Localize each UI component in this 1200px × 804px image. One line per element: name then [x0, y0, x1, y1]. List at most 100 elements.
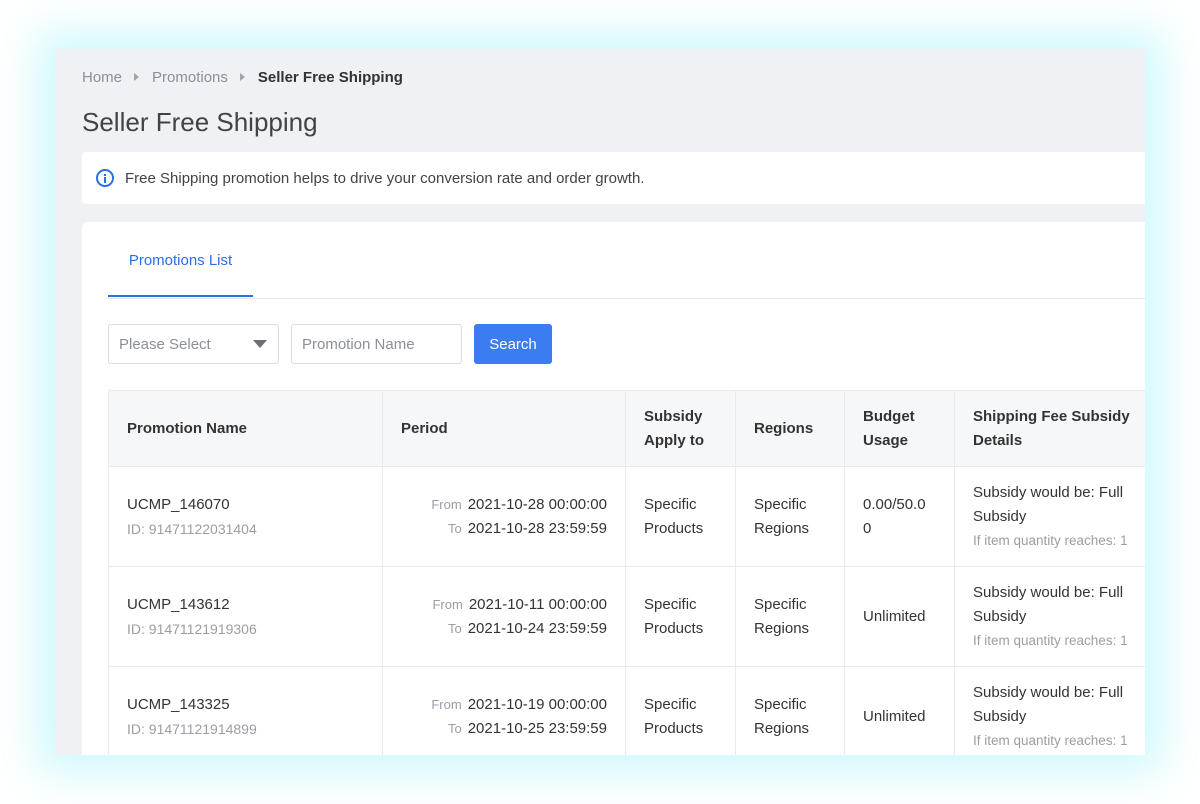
- cell-promotion-name: UCMP_143325 ID: 91471121914899: [108, 666, 383, 755]
- info-icon: [96, 169, 114, 187]
- header-budget-line1: Budget: [863, 407, 915, 425]
- subsidy-line1: Specific: [644, 495, 697, 513]
- table-header-row: Promotion Name Period Subsidy Apply to Re…: [108, 390, 1145, 467]
- tab-promotions-list[interactable]: Promotions List: [108, 222, 253, 297]
- chevron-right-icon: [134, 73, 140, 81]
- header-details-line1: Shipping Fee Subsidy: [973, 407, 1130, 425]
- cell-subsidy-details: Subsidy would be: Full Subsidy If item q…: [954, 466, 1145, 567]
- promotion-id: ID: 91471122031404: [127, 520, 257, 537]
- from-label: From: [432, 596, 463, 612]
- header-budget-usage: Budget Usage: [844, 390, 955, 467]
- cell-budget-usage: 0.00/50.0 0: [844, 466, 955, 567]
- period-from-value: 2021-10-28 00:00:00: [467, 495, 607, 513]
- cell-promotion-name: UCMP_143612 ID: 91471121919306: [108, 566, 383, 667]
- breadcrumb-promotions[interactable]: Promotions: [152, 69, 228, 86]
- detail-line2: Subsidy: [973, 607, 1027, 625]
- cell-period: From 2021-10-11 00:00:00 To 2021-10-24 23:…: [382, 566, 626, 667]
- to-label: To: [447, 720, 462, 736]
- cell-regions: Specific Regions: [735, 466, 845, 567]
- to-label: To: [447, 620, 462, 636]
- header-regions: Regions: [735, 390, 845, 467]
- detail-line2: Subsidy: [973, 707, 1027, 725]
- subsidy-line2: Products: [644, 719, 704, 737]
- detail-line1: Subsidy would be: Full: [973, 583, 1124, 601]
- subsidy-line2: Products: [644, 619, 704, 637]
- period-from: From 2021-10-11 00:00:00: [401, 593, 607, 617]
- cell-subsidy-apply-to: Specific Products: [625, 666, 736, 755]
- promotion-name[interactable]: UCMP_146070: [127, 493, 364, 517]
- detail-quantity: If item quantity reaches: 1: [973, 532, 1128, 548]
- promotions-table: Promotion Name Period Subsidy Apply to Re…: [108, 390, 1145, 755]
- cell-period: From 2021-10-28 00:00:00 To 2021-10-28 23:…: [382, 466, 626, 567]
- header-promotion-name: Promotion Name: [108, 390, 383, 467]
- cell-subsidy-details: Subsidy would be: Full Subsidy If item q…: [954, 666, 1145, 755]
- table-row[interactable]: UCMP_146070 ID: 91471122031404 From 2021-…: [108, 466, 1145, 567]
- breadcrumb: Home Promotions Seller Free Shipping: [82, 67, 403, 87]
- budget-line1: Unlimited: [863, 707, 926, 725]
- period-from-value: 2021-10-11 00:00:00: [468, 595, 607, 613]
- promotion-id: ID: 91471121919306: [127, 620, 257, 637]
- tab-bar: Promotions List: [108, 222, 1145, 299]
- cell-budget-usage: Unlimited: [844, 566, 955, 667]
- period-from-value: 2021-10-19 00:00:00: [467, 695, 607, 713]
- status-select[interactable]: Please Select: [108, 324, 279, 364]
- info-banner: Free Shipping promotion helps to drive y…: [82, 152, 1145, 204]
- filter-bar: Please Select Promotion Name Search: [108, 324, 552, 364]
- page-title: Seller Free Shipping: [82, 107, 318, 137]
- period-to: To 2021-10-28 23:59:59: [401, 517, 607, 541]
- from-label: From: [431, 496, 462, 512]
- period-from: From 2021-10-19 00:00:00: [401, 693, 607, 717]
- header-budget-line2: Usage: [863, 431, 909, 449]
- subsidy-line1: Specific: [644, 595, 697, 613]
- subsidy-line2: Products: [644, 519, 704, 537]
- period-to-value: 2021-10-25 23:59:59: [467, 719, 607, 737]
- detail-line1: Subsidy would be: Full: [973, 683, 1124, 701]
- promotions-card: Promotions List Please Select Promotion …: [82, 222, 1145, 755]
- period-to: To 2021-10-25 23:59:59: [401, 717, 607, 741]
- app-window: Home Promotions Seller Free Shipping Sel…: [55, 49, 1145, 755]
- cell-regions: Specific Regions: [735, 566, 845, 667]
- header-subsidy-details: Shipping Fee Subsidy Details: [954, 390, 1145, 467]
- promotion-name[interactable]: UCMP_143325: [127, 693, 364, 717]
- regions-line1: Specific: [754, 595, 807, 613]
- table-row[interactable]: UCMP_143325 ID: 91471121914899 From 2021-…: [108, 666, 1145, 755]
- period-to: To 2021-10-24 23:59:59: [401, 617, 607, 641]
- subsidy-line1: Specific: [644, 695, 697, 713]
- regions-line2: Regions: [754, 619, 810, 637]
- promotion-name[interactable]: UCMP_143612: [127, 593, 364, 617]
- period-to-value: 2021-10-28 23:59:59: [467, 519, 607, 537]
- detail-line1: Subsidy would be: Full: [973, 483, 1124, 501]
- period-to-value: 2021-10-24 23:59:59: [467, 619, 607, 637]
- budget-line1: Unlimited: [863, 607, 926, 625]
- header-details-line2: Details: [973, 431, 1023, 449]
- cell-budget-usage: Unlimited: [844, 666, 955, 755]
- chevron-right-icon: [239, 73, 245, 81]
- cell-subsidy-apply-to: Specific Products: [625, 466, 736, 567]
- cell-period: From 2021-10-19 00:00:00 To 2021-10-25 23:…: [382, 666, 626, 755]
- search-button[interactable]: Search: [474, 324, 552, 364]
- info-banner-text: Free Shipping promotion helps to drive y…: [125, 169, 645, 187]
- cell-subsidy-details: Subsidy would be: Full Subsidy If item q…: [954, 566, 1145, 667]
- caret-down-icon: [253, 340, 267, 348]
- header-period: Period: [382, 390, 626, 467]
- promotion-id: ID: 91471121914899: [127, 720, 257, 737]
- detail-quantity: If item quantity reaches: 1: [973, 732, 1128, 748]
- to-label: To: [447, 520, 462, 536]
- breadcrumb-current: Seller Free Shipping: [257, 68, 403, 86]
- table-row[interactable]: UCMP_143612 ID: 91471121919306 From 2021-…: [108, 566, 1145, 667]
- regions-line1: Specific: [754, 695, 807, 713]
- budget-line2: 0: [863, 519, 872, 537]
- breadcrumb-home[interactable]: Home: [82, 69, 122, 86]
- period-from: From 2021-10-28 00:00:00: [401, 493, 607, 517]
- from-label: From: [431, 696, 462, 712]
- detail-quantity: If item quantity reaches: 1: [973, 632, 1128, 648]
- header-subsidy-line2: Apply to: [644, 431, 704, 449]
- header-subsidy-apply-to: Subsidy Apply to: [625, 390, 736, 467]
- regions-line2: Regions: [754, 519, 810, 537]
- status-select-placeholder: Please Select: [119, 335, 211, 353]
- budget-line1: 0.00/50.0: [863, 495, 926, 513]
- promotion-name-input[interactable]: Promotion Name: [291, 324, 462, 364]
- header-subsidy-line1: Subsidy: [644, 407, 703, 425]
- regions-line2: Regions: [754, 719, 810, 737]
- regions-line1: Specific: [754, 495, 807, 513]
